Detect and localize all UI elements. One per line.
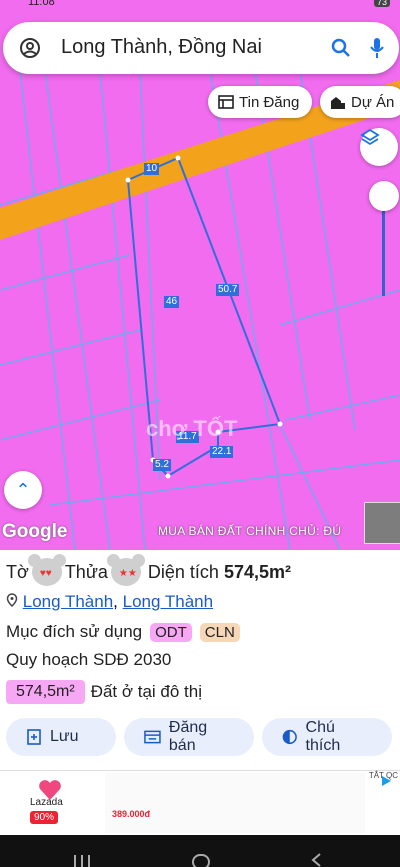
ad-brand: Lazada: [30, 797, 63, 808]
search-input[interactable]: Long Thành, Đồng Nai: [61, 36, 262, 59]
segment-label-top: 10: [144, 163, 160, 175]
legend-button[interactable]: Chú thích: [262, 718, 392, 756]
area-label: Diện tích: [147, 561, 219, 582]
sell-label: Đăng bán: [168, 719, 208, 754]
purpose-tag-cln: CLN: [199, 622, 240, 642]
opacity-slider-knob[interactable]: [369, 181, 399, 211]
du-an-chip[interactable]: Dự Án: [320, 86, 400, 118]
layers-button[interactable]: [360, 128, 398, 166]
purpose-label: Mục đích sử dụng: [6, 622, 143, 641]
ad-product-image: [105, 773, 365, 833]
mouse-emoji-icon: ♥♥: [27, 554, 66, 586]
du-an-label: Dự Án: [351, 93, 395, 111]
status-time: 11:08: [28, 0, 55, 8]
map-watermark: MUA BÁN ĐẤT CHÍNH CHỦ: ĐÚ: [158, 524, 342, 538]
parcel-header: Tờ ♥♥ Thửa ★★ Diện tích 574,5m²: [6, 554, 291, 586]
search-bar[interactable]: Long Thành, Đồng Nai: [3, 22, 399, 74]
recent-apps-icon[interactable]: [72, 853, 92, 867]
save-label: Lưu: [50, 728, 79, 745]
listing-icon: [218, 95, 234, 109]
tin-dang-chip[interactable]: Tin Đăng: [208, 86, 312, 118]
ad-price: 389.000đ: [112, 809, 151, 819]
to-label: Tờ: [6, 561, 29, 582]
ad-discount: 90%: [30, 811, 59, 824]
account-icon[interactable]: [19, 37, 41, 59]
segment-label-bottom-left: 5.2: [153, 459, 171, 471]
avatar: [364, 502, 400, 544]
expand-button[interactable]: ⌃: [4, 471, 42, 509]
search-icon[interactable]: [330, 37, 352, 59]
purpose-tag-odt: ODT: [150, 622, 192, 642]
save-button[interactable]: Lưu: [6, 718, 116, 756]
planning-row: 574,5m² Đất ở tại đô thị: [6, 680, 202, 704]
status-bar: 11:08 73: [0, 0, 400, 10]
opacity-slider-track[interactable]: [382, 198, 385, 296]
map-canvas: [0, 69, 400, 550]
back-icon[interactable]: [310, 853, 324, 867]
segment-label-left: 46: [164, 296, 180, 308]
building-icon: [331, 97, 345, 109]
google-logo: Google: [2, 521, 68, 542]
plan-type: Đất ở tại đô thị: [90, 682, 203, 701]
system-nav-bar: [0, 835, 400, 867]
purpose-row: Mục đích sử dụng ODT CLN: [6, 622, 240, 642]
area-value: 574,5m²: [223, 561, 291, 582]
thua-label: Thửa: [64, 561, 108, 582]
segment-label-bottom: 22.1: [210, 446, 234, 458]
planning-label: Quy hoạch SDĐ 2030: [6, 650, 172, 669]
layers-icon: [360, 128, 380, 146]
bookmark-add-icon: [27, 729, 41, 745]
action-buttons: Lưu Đăng bán Chú thích: [6, 718, 392, 756]
location-pin-icon: [6, 593, 18, 608]
sell-button[interactable]: Đăng bán: [124, 718, 254, 756]
plan-area-chip: 574,5m²: [6, 680, 85, 704]
location-link-2[interactable]: Long Thành: [123, 592, 213, 611]
location-row: Long Thành, Long Thành: [6, 592, 213, 612]
tin-dang-label: Tin Đăng: [239, 93, 300, 111]
legend-label: Chú thích: [305, 719, 341, 754]
battery-indicator: 73: [373, 0, 390, 7]
location-link-1[interactable]: Long Thành: [23, 592, 113, 611]
sell-icon: [144, 730, 161, 744]
home-icon[interactable]: [190, 853, 212, 867]
ad-banner[interactable]: Lazada 90% 389.000đ TẮT QC: [0, 770, 400, 836]
ad-choices-icon[interactable]: [380, 775, 392, 787]
microphone-icon[interactable]: [369, 36, 385, 60]
segment-label-right: 50.7: [216, 284, 240, 296]
mouse-emoji-icon: ★★: [106, 554, 145, 586]
map-view[interactable]: 10 46 50.7 11.7 5.2 22.1 chợ TỐT ⌃ Googl…: [0, 0, 400, 550]
center-watermark: chợ TỐT: [146, 416, 238, 441]
contrast-icon: [282, 729, 297, 745]
chevron-up-icon: ⌃: [15, 479, 31, 500]
